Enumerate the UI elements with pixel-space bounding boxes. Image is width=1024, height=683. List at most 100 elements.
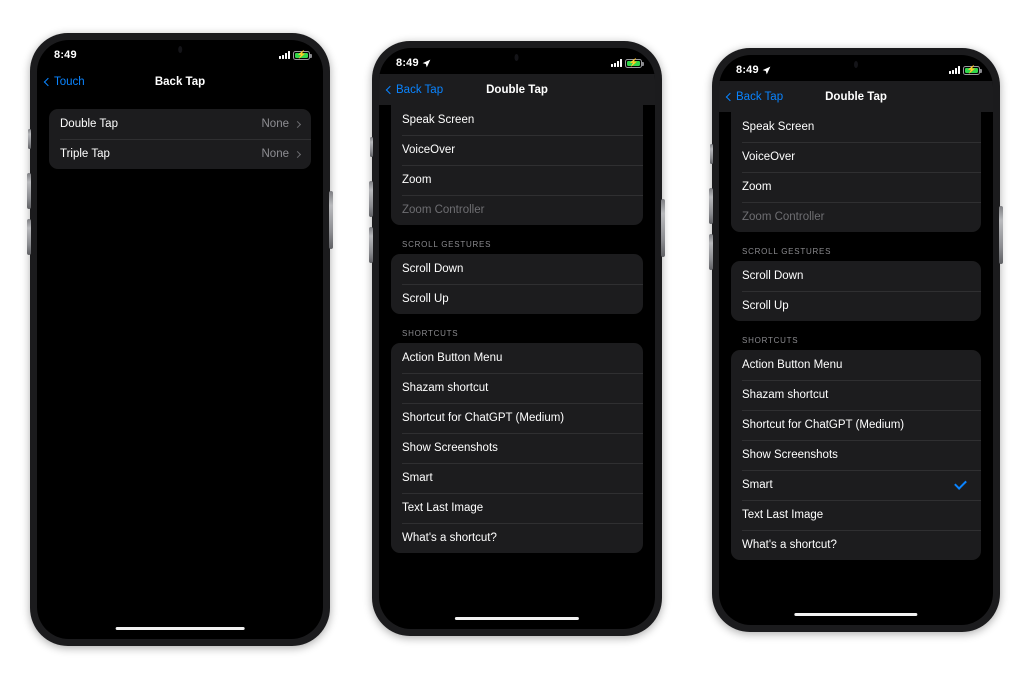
- section-header: SHORTCUTS: [402, 329, 459, 338]
- status-bar-left: 8:49: [54, 49, 77, 61]
- row-label: Scroll Down: [402, 263, 464, 275]
- row-label: Speak Screen: [402, 114, 475, 126]
- settings-content: Speak Screen VoiceOver Zoom Zoom Controller…: [379, 105, 655, 553]
- silent-switch[interactable]: [28, 129, 31, 149]
- row-value: None: [261, 118, 290, 130]
- settings-row[interactable]: Shazam shortcut: [731, 380, 981, 410]
- settings-row[interactable]: Action Button Menu: [731, 350, 981, 380]
- row-label: Zoom Controller: [402, 204, 485, 216]
- device-screen: 8:49 ⚡ Back Tap Double Tap Speak Screen Voice…: [379, 48, 655, 629]
- settings-row[interactable]: Zoom Controller: [391, 195, 643, 225]
- back-button[interactable]: Touch: [43, 76, 85, 88]
- row-label: Action Button Menu: [402, 352, 503, 364]
- volume-up-button[interactable]: [369, 181, 373, 217]
- navigation-bar: Back Tap Double Tap: [379, 74, 655, 105]
- settings-row[interactable]: Double Tap None: [49, 109, 311, 139]
- settings-row[interactable]: Zoom: [391, 165, 643, 195]
- status-bar-right: ⚡: [611, 58, 644, 68]
- settings-group: Action Button Menu Shazam shortcut Shortcu…: [391, 343, 643, 553]
- home-indicator[interactable]: [454, 616, 580, 620]
- settings-content: Double Tap None Triple Tap None: [37, 97, 323, 169]
- settings-group: Speak Screen VoiceOver Zoom Zoom Controller: [391, 105, 643, 225]
- volume-down-button[interactable]: [27, 219, 31, 255]
- settings-row[interactable]: Zoom: [731, 172, 981, 202]
- settings-row[interactable]: Shazam shortcut: [391, 373, 643, 403]
- checkmark-icon: [954, 477, 967, 490]
- settings-row[interactable]: Text Last Image: [391, 493, 643, 523]
- volume-up-button[interactable]: [27, 173, 31, 209]
- volume-up-button[interactable]: [709, 188, 713, 224]
- settings-row[interactable]: Scroll Up: [731, 291, 981, 321]
- row-label: Double Tap: [60, 118, 118, 130]
- settings-row[interactable]: VoiceOver: [391, 135, 643, 165]
- row-label: Show Screenshots: [402, 442, 498, 454]
- phone-back-tap: 8:49 ⚡ Touch Back Tap Double Tap None Triple T…: [27, 33, 333, 646]
- cellular-signal-icon: [949, 66, 960, 74]
- row-label: Text Last Image: [742, 509, 824, 521]
- battery-charging-icon: ⚡: [625, 58, 644, 68]
- front-camera-icon: [177, 46, 182, 53]
- status-bar-right: ⚡: [279, 50, 312, 60]
- settings-row[interactable]: Smart: [391, 463, 643, 493]
- navigation-bar: Back Tap Double Tap: [719, 81, 993, 112]
- battery-charging-icon: ⚡: [293, 50, 312, 60]
- settings-row[interactable]: VoiceOver: [731, 142, 981, 172]
- settings-group: Action Button Menu Shazam shortcut Shortcu…: [731, 350, 981, 560]
- settings-row[interactable]: Show Screenshots: [391, 433, 643, 463]
- charging-bolt-icon: ⚡: [296, 50, 307, 59]
- row-label: VoiceOver: [742, 151, 796, 163]
- charging-bolt-icon: ⚡: [628, 58, 639, 67]
- back-button[interactable]: Back Tap: [385, 83, 444, 96]
- settings-row[interactable]: What's a shortcut?: [391, 523, 643, 553]
- notch: [453, 48, 581, 68]
- settings-row[interactable]: Triple Tap None: [49, 139, 311, 169]
- settings-row[interactable]: Smart: [731, 470, 981, 500]
- section-header: SHORTCUTS: [742, 336, 799, 345]
- row-label: Shortcut for ChatGPT (Medium): [402, 412, 565, 424]
- settings-row[interactable]: Shortcut for ChatGPT (Medium): [391, 403, 643, 433]
- settings-row[interactable]: What's a shortcut?: [731, 530, 981, 560]
- settings-row[interactable]: Scroll Up: [391, 284, 643, 314]
- row-label: Zoom Controller: [742, 211, 825, 223]
- back-button-label: Back Tap: [396, 83, 444, 96]
- settings-row[interactable]: Zoom Controller: [731, 202, 981, 232]
- settings-row[interactable]: Scroll Down: [391, 254, 643, 284]
- volume-down-button[interactable]: [709, 234, 713, 270]
- power-button[interactable]: [999, 206, 1003, 264]
- cellular-signal-icon: [611, 59, 622, 67]
- settings-row[interactable]: Shortcut for ChatGPT (Medium): [731, 410, 981, 440]
- chevron-right-icon: [293, 150, 302, 158]
- home-indicator[interactable]: [794, 612, 918, 616]
- settings-group: Scroll Down Scroll Up: [391, 254, 643, 314]
- back-button[interactable]: Back Tap: [725, 91, 783, 103]
- settings-row[interactable]: Show Screenshots: [731, 440, 981, 470]
- notch: [114, 40, 246, 60]
- home-indicator[interactable]: [115, 626, 245, 630]
- settings-group: Double Tap None Triple Tap None: [49, 109, 311, 169]
- row-label: Text Last Image: [402, 502, 484, 514]
- settings-row[interactable]: Scroll Down: [731, 261, 981, 291]
- settings-row[interactable]: Action Button Menu: [391, 343, 643, 373]
- chevron-left-icon: [725, 92, 735, 101]
- settings-group: Speak Screen VoiceOver Zoom Zoom Controller: [731, 112, 981, 232]
- status-time: 8:49: [54, 49, 77, 61]
- location-arrow-icon: [422, 59, 431, 68]
- row-label: Shazam shortcut: [402, 382, 489, 394]
- navigation-bar: Touch Back Tap: [37, 66, 323, 97]
- volume-down-button[interactable]: [369, 227, 373, 263]
- settings-group: Scroll Down Scroll Up: [731, 261, 981, 321]
- silent-switch[interactable]: [370, 137, 373, 157]
- settings-row[interactable]: Speak Screen: [391, 105, 643, 135]
- device-screen: 8:49 ⚡ Back Tap Double Tap Speak Screen Voice…: [719, 55, 993, 625]
- settings-content: Speak Screen VoiceOver Zoom Zoom Controller…: [719, 112, 993, 560]
- power-button[interactable]: [661, 199, 665, 257]
- silent-switch[interactable]: [710, 144, 713, 164]
- row-label: What's a shortcut?: [402, 532, 497, 544]
- settings-row[interactable]: Text Last Image: [731, 500, 981, 530]
- chevron-left-icon: [43, 77, 53, 86]
- row-label: Smart: [742, 479, 773, 491]
- settings-row[interactable]: Speak Screen: [731, 112, 981, 142]
- row-label: Zoom: [742, 181, 772, 193]
- cellular-signal-icon: [279, 51, 290, 59]
- power-button[interactable]: [329, 191, 333, 249]
